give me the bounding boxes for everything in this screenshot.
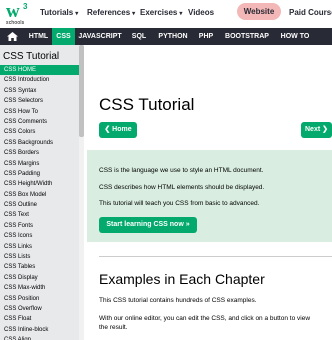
scrollbar-thumb[interactable] [79, 45, 84, 137]
paid-courses-link[interactable]: Paid Courses [289, 8, 332, 17]
start-learning-button[interactable]: Start learning CSS now » [99, 217, 197, 233]
nav-php[interactable]: PHP [193, 28, 219, 45]
sidebar-item-css-position[interactable]: CSS Position [0, 294, 84, 304]
tutorials-menu[interactable]: Tutorials ▾ [40, 8, 78, 17]
sidebar-item-css-display[interactable]: CSS Display [0, 273, 84, 283]
references-menu[interactable]: References ▾ [87, 8, 135, 17]
sidebar-item-css-text[interactable]: CSS Text [0, 210, 84, 220]
sidebar-item-css-max-width[interactable]: CSS Max-width [0, 283, 84, 293]
sidebar-item-css-height-width[interactable]: CSS Height/Width [0, 179, 84, 189]
section-divider [99, 256, 332, 257]
page-title: CSS Tutorial [99, 95, 195, 114]
w3schools-logo[interactable]: w 3 schools [4, 2, 32, 26]
sidebar-item-css-selectors[interactable]: CSS Selectors [0, 96, 84, 106]
section-paragraph: This CSS tutorial contains hundreds of C… [99, 297, 257, 304]
sidebar-item-css-how-to[interactable]: CSS How To [0, 107, 84, 117]
intro-line: This tutorial will teach you CSS from ba… [99, 200, 260, 207]
nav-javascript[interactable]: JAVASCRIPT [75, 28, 125, 45]
section-title: Examples in Each Chapter [99, 271, 265, 287]
sidebar-item-css-syntax[interactable]: CSS Syntax [0, 86, 84, 96]
sidebar-item-css-introduction[interactable]: CSS Introduction [0, 75, 84, 85]
sidebar-item-css-icons[interactable]: CSS Icons [0, 231, 84, 241]
sidebar-scrollbar[interactable] [79, 45, 84, 340]
caret-down-icon: ▾ [132, 11, 136, 17]
sidebar-item-css-links[interactable]: CSS Links [0, 242, 84, 252]
sidebar-item-css-align[interactable]: CSS Align [0, 335, 84, 340]
nav-python[interactable]: PYTHON [153, 28, 193, 45]
sidebar-item-css-lists[interactable]: CSS Lists [0, 252, 84, 262]
sidebar-item-css-home[interactable]: CSS HOME [0, 65, 84, 76]
sidebar: CSS Tutorial CSS HOME CSS Introduction CSS… [0, 45, 84, 340]
videos-link[interactable]: Videos [188, 8, 214, 17]
sidebar-item-css-padding[interactable]: CSS Padding [0, 169, 84, 179]
home-icon [7, 32, 18, 41]
intro-line: CSS is the language we use to style an H… [99, 167, 264, 174]
sidebar-item-css-fonts[interactable]: CSS Fonts [0, 221, 84, 231]
references-label: References [87, 8, 131, 17]
sidebar-list: CSS HOME CSS Introduction CSS Syntax CSS Se… [0, 65, 84, 340]
home-nav-button[interactable]: ❮ Home [99, 122, 137, 138]
next-button[interactable]: Next ❯ [301, 122, 332, 138]
sidebar-item-css-box-model[interactable]: CSS Box Model [0, 190, 84, 200]
nav-how-to[interactable]: HOW TO [275, 28, 315, 45]
sidebar-item-css-colors[interactable]: CSS Colors [0, 127, 84, 137]
nav-bootstrap[interactable]: BOOTSTRAP [219, 28, 275, 45]
section-paragraph: With our online editor, you can edit the… [99, 315, 311, 322]
intro-line: CSS describes how HTML elements should b… [99, 184, 265, 191]
sidebar-item-css-comments[interactable]: CSS Comments [0, 117, 84, 127]
nav-sql[interactable]: SQL [125, 28, 153, 45]
caret-down-icon: ▾ [75, 11, 79, 17]
sidebar-item-css-borders[interactable]: CSS Borders [0, 148, 84, 158]
nav-html[interactable]: HTML [25, 28, 52, 45]
sidebar-item-css-tables[interactable]: CSS Tables [0, 262, 84, 272]
website-button[interactable]: Website [237, 3, 281, 20]
home-button[interactable] [0, 28, 25, 45]
tutorials-label: Tutorials [40, 8, 74, 17]
caret-down-icon: ▾ [179, 11, 183, 17]
subject-nav-bar: HTML CSS JAVASCRIPT SQL PYTHON PHP BOOTS… [0, 28, 332, 45]
sidebar-item-css-inline-block[interactable]: CSS Inline-block [0, 325, 84, 335]
nav-css[interactable]: CSS [52, 28, 75, 45]
exercises-menu[interactable]: Exercises ▾ [140, 8, 182, 17]
sidebar-item-css-overflow[interactable]: CSS Overflow [0, 304, 84, 314]
logo-mark: w [6, 1, 20, 22]
sidebar-item-css-float[interactable]: CSS Float [0, 314, 84, 324]
exercises-label: Exercises [140, 8, 178, 17]
top-bar: w 3 schools Tutorials ▾ References ▾ Exerc… [0, 0, 332, 28]
logo-superscript: 3 [23, 2, 28, 11]
sidebar-item-css-margins[interactable]: CSS Margins [0, 159, 84, 169]
section-paragraph: the result. [99, 324, 128, 331]
logo-subtext: schools [6, 20, 25, 26]
sidebar-item-css-outline[interactable]: CSS Outline [0, 200, 84, 210]
sidebar-item-css-backgrounds[interactable]: CSS Backgrounds [0, 138, 84, 148]
sidebar-title: CSS Tutorial [3, 51, 60, 62]
